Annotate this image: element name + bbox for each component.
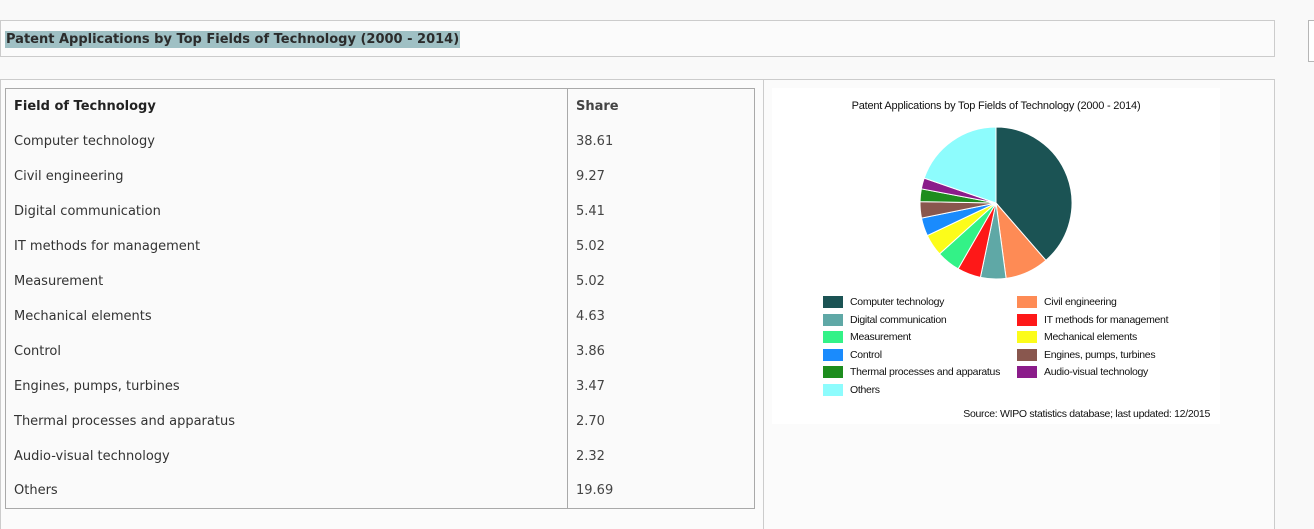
field-cell: Computer technology	[5, 123, 568, 159]
legend-swatch	[1017, 331, 1037, 343]
legend-swatch	[1017, 313, 1037, 326]
legend-item: Audio-visual technology	[1017, 365, 1148, 379]
legend-swatch	[1017, 296, 1037, 308]
legend-swatch	[823, 296, 843, 308]
column-header-field: Field of Technology	[5, 88, 568, 124]
legend-item: Mechanical elements	[1017, 330, 1137, 344]
legend-item: IT methods for management	[1017, 313, 1169, 327]
share-table: Field of Technology Share Computer techn…	[5, 88, 755, 509]
legend-item: Civil engineering	[1017, 295, 1117, 309]
field-cell: IT methods for management	[5, 228, 568, 264]
legend-item: Engines, pumps, turbines	[1017, 348, 1156, 362]
table-header-row: Field of Technology Share	[5, 88, 755, 124]
legend-label: Others	[850, 383, 880, 396]
scrollbar[interactable]	[1308, 20, 1314, 62]
table-row: Engines, pumps, turbines 3.47	[5, 368, 755, 404]
field-cell: Civil engineering	[5, 158, 568, 194]
legend-swatch	[823, 383, 843, 396]
share-cell: 2.32	[576, 448, 605, 464]
legend-swatch	[823, 348, 843, 361]
page-title: Patent Applications by Top Fields of Tec…	[5, 31, 461, 48]
legend-label: Measurement	[850, 331, 911, 343]
share-cell: 2.70	[576, 413, 605, 429]
table-row: Mechanical elements 4.63	[5, 298, 755, 334]
legend-item: Thermal processes and apparatus	[823, 365, 1000, 379]
legend-label: Mechanical elements	[1044, 331, 1137, 343]
table-row: Computer technology 38.61	[5, 123, 755, 159]
share-cell: 4.63	[576, 308, 605, 324]
legend-label: IT methods for management	[1044, 313, 1169, 326]
share-cell: 3.86	[576, 343, 605, 359]
field-cell: Digital communication	[5, 193, 568, 229]
legend-label: Engines, pumps, turbines	[1044, 348, 1156, 361]
legend-label: Thermal processes and apparatus	[850, 366, 1001, 378]
legend-swatch	[823, 366, 843, 378]
share-cell: 38.61	[576, 133, 614, 149]
field-cell: Control	[5, 333, 568, 369]
legend-label: Control	[850, 348, 882, 361]
field-cell: Audio-visual technology	[5, 438, 568, 474]
field-cell: Thermal processes and apparatus	[5, 403, 568, 439]
table-row: Digital communication 5.41	[5, 193, 755, 229]
chart-source: Source: WIPO statistics database; last u…	[963, 408, 1210, 420]
table-row: Audio-visual technology 2.32	[5, 438, 755, 474]
legend-swatch	[1017, 366, 1037, 378]
legend-item: Measurement	[823, 330, 911, 344]
heading-panel: Patent Applications by Top Fields of Tec…	[0, 20, 1275, 57]
table-row: Civil engineering 9.27	[5, 158, 755, 194]
share-cell: 3.47	[576, 378, 605, 394]
table-row: Measurement 5.02	[5, 263, 755, 299]
table-row: Others 19.69	[5, 473, 755, 509]
table-row: Control 3.86	[5, 333, 755, 369]
legend-item: Others	[823, 383, 880, 397]
field-cell: Engines, pumps, turbines	[5, 368, 568, 404]
share-cell: 19.69	[576, 483, 614, 499]
field-cell: Measurement	[5, 263, 568, 299]
table-body: Computer technology 38.61 Civil engineerin…	[5, 123, 755, 509]
legend-item: Control	[823, 348, 882, 362]
legend-item: Computer technology	[823, 295, 944, 309]
legend-item: Digital communication	[823, 313, 947, 327]
legend-swatch	[823, 313, 843, 326]
field-cell: Mechanical elements	[5, 298, 568, 334]
pie-chart: Patent Applications by Top Fields of Tec…	[772, 88, 1220, 424]
share-cell: 9.27	[576, 168, 605, 184]
legend-label: Digital communication	[850, 313, 947, 326]
share-cell: 5.41	[576, 203, 605, 219]
legend-label: Audio-visual technology	[1044, 366, 1149, 378]
legend-swatch	[823, 331, 843, 343]
legend-label: Civil engineering	[1044, 296, 1117, 308]
legend-swatch	[1017, 348, 1037, 361]
table-row: Thermal processes and apparatus 2.70	[5, 403, 755, 439]
column-divider	[763, 79, 764, 529]
table-row: IT methods for management 5.02	[5, 228, 755, 264]
share-cell: 5.02	[576, 273, 605, 289]
column-header-share: Share	[576, 98, 619, 114]
field-cell: Others	[5, 473, 568, 509]
legend-label: Computer technology	[850, 296, 945, 308]
share-cell: 5.02	[576, 238, 605, 254]
chart-legend: Computer technology Civil engineering Digi…	[772, 88, 1220, 424]
